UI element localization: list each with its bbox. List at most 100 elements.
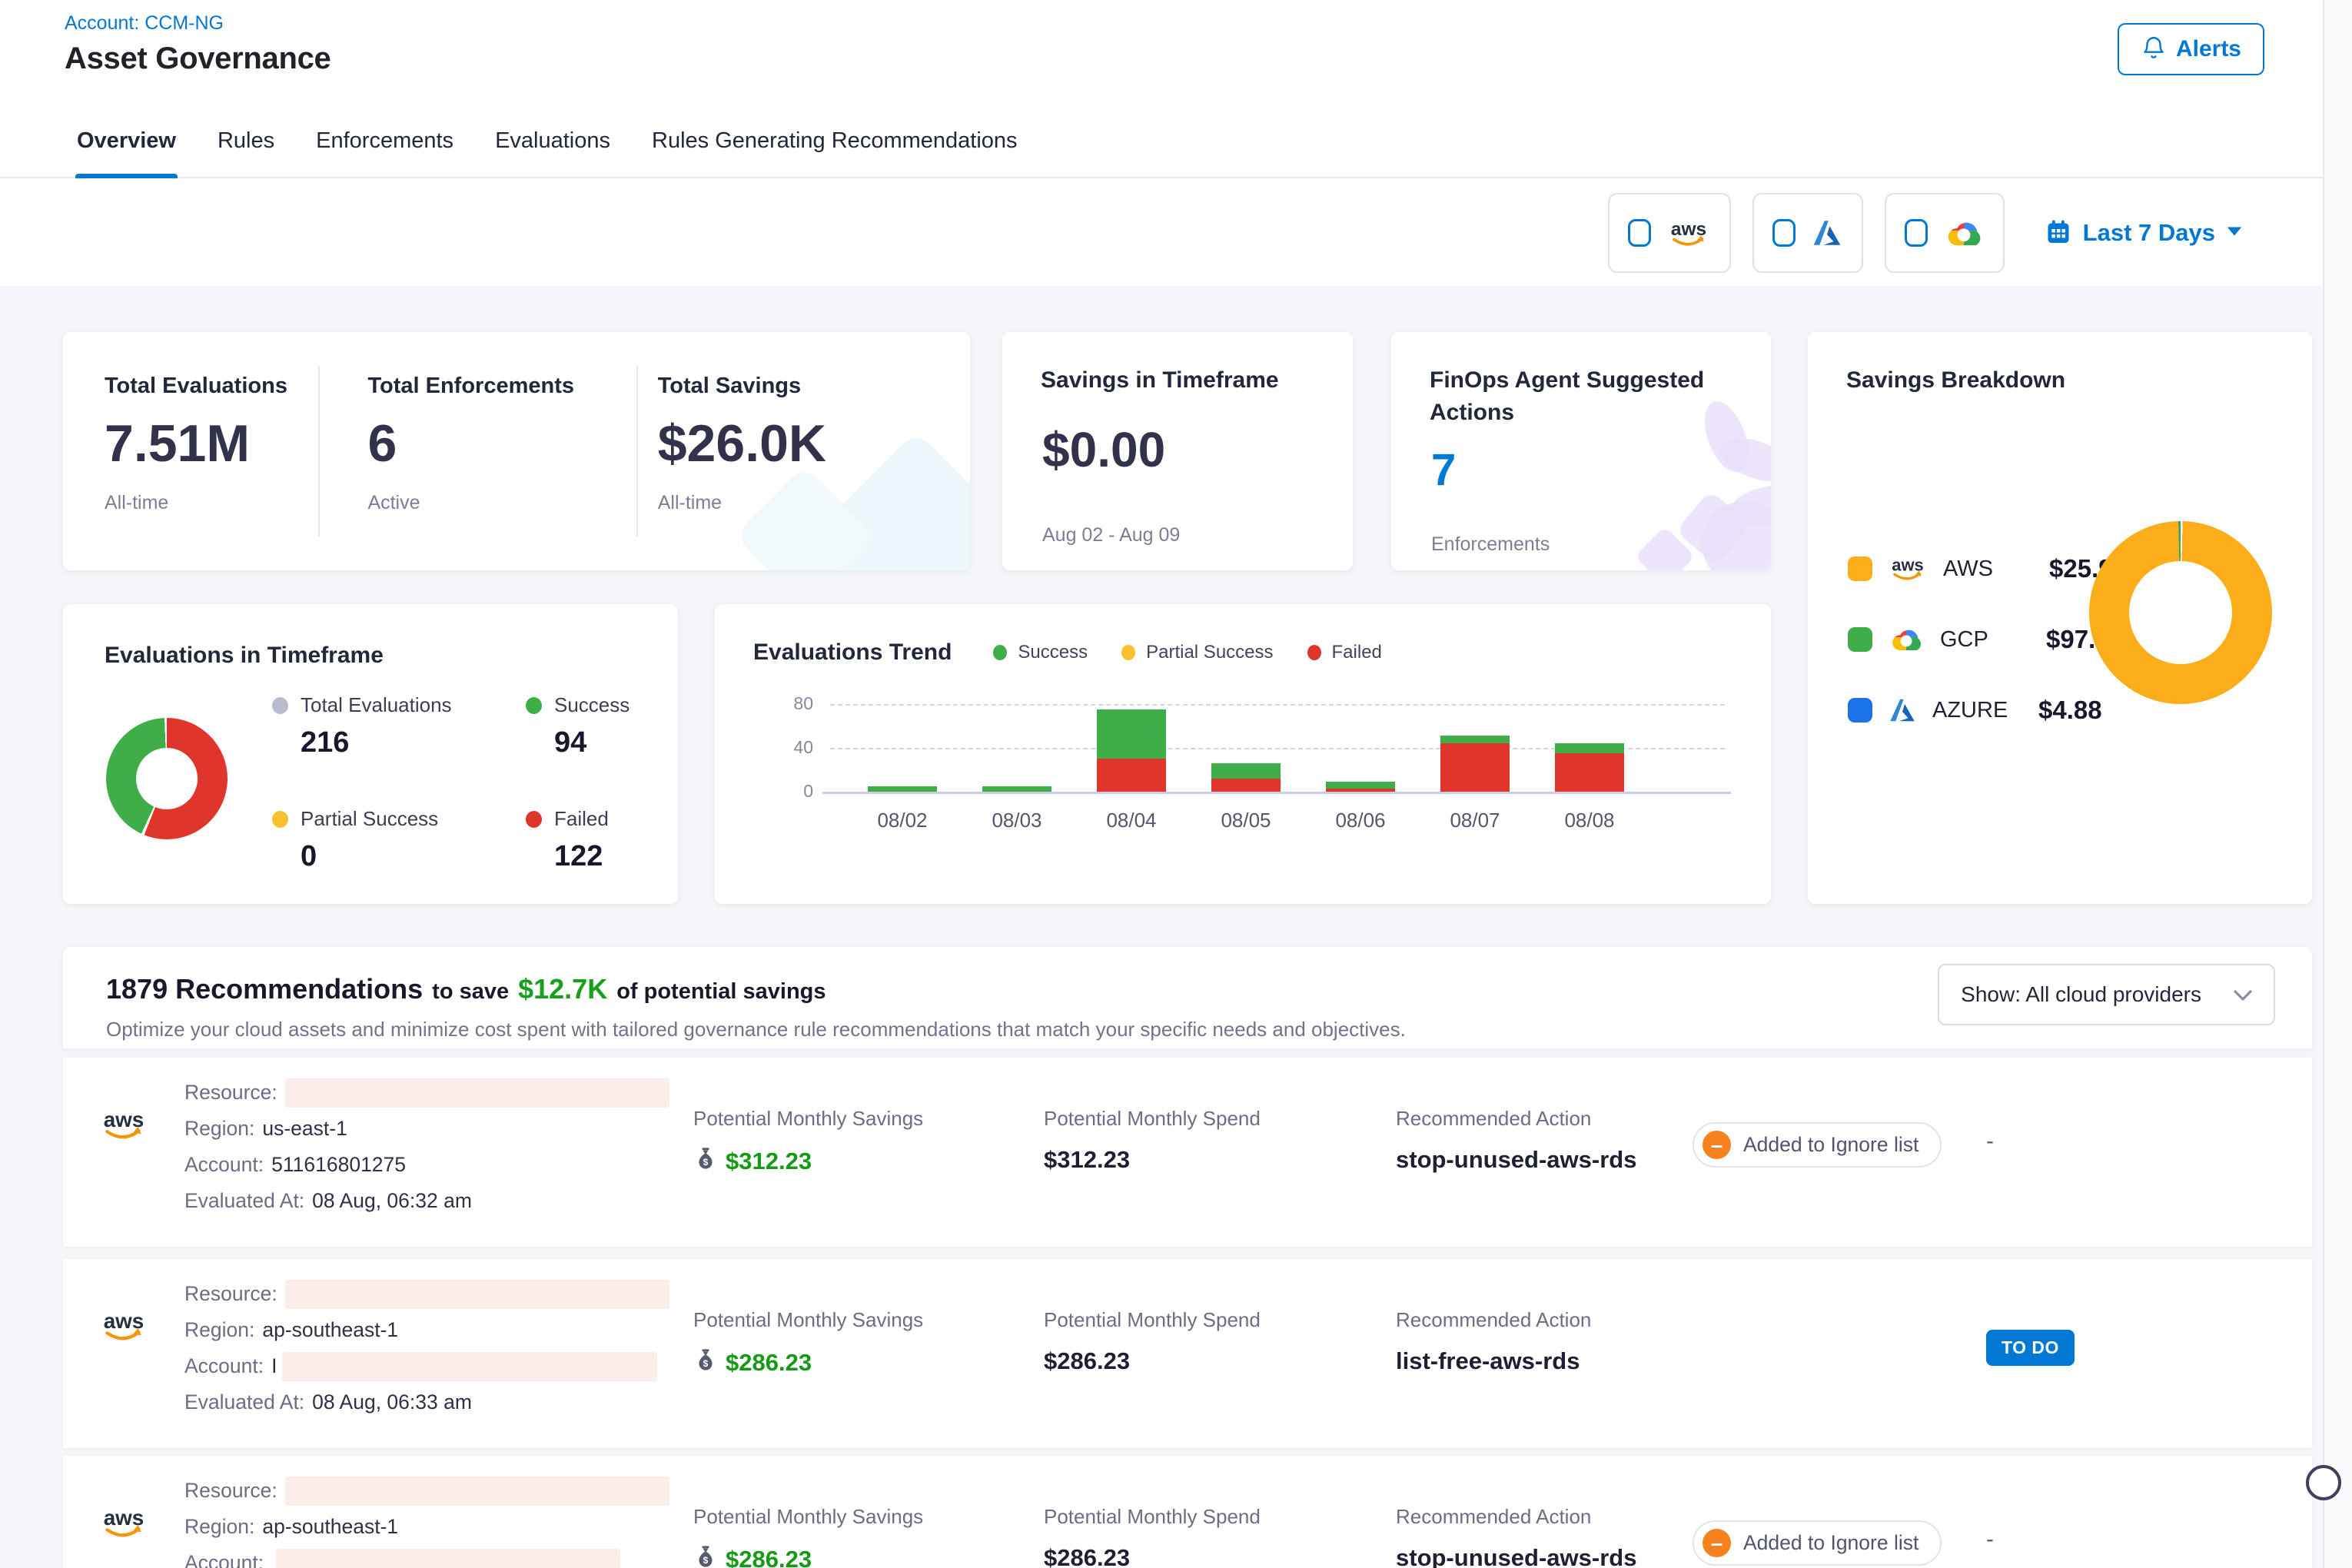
tab-rules[interactable]: Rules — [218, 105, 274, 177]
stat-value: $26.0K — [658, 414, 826, 473]
x-axis-tick: 08/06 — [1303, 809, 1418, 832]
region-value: ap-southeast-1 — [262, 1318, 398, 1342]
detail-line: Resource: — [184, 1473, 693, 1509]
tab-overview[interactable]: Overview — [77, 105, 176, 177]
ignore-list-label: Added to Ignore list — [1743, 1531, 1918, 1555]
minus-circle-icon: – — [1703, 1529, 1731, 1557]
alerts-button[interactable]: Alerts — [2118, 23, 2264, 75]
recommended-action-value: stop-unused-aws-rds — [1396, 1146, 1693, 1174]
column-label: Recommended Action — [1396, 1505, 1693, 1529]
provider-filter-aws[interactable]: aws — [1608, 193, 1731, 273]
tab-rules-generating-recommendations[interactable]: Rules Generating Recommendations — [652, 105, 1018, 177]
provider-name: AZURE — [1932, 698, 2023, 723]
potential-savings-amount: $12.7K — [518, 973, 607, 1005]
provider-cell: aws — [63, 1259, 184, 1448]
evaluations-legend: Total Evaluations216Success94Partial Suc… — [272, 693, 678, 873]
checkbox-aws[interactable] — [1628, 219, 1651, 247]
recommended-action-value: list-free-aws-rds — [1396, 1347, 1693, 1375]
trend-legend-partial-success: Partial Success — [1121, 642, 1273, 663]
calendar-icon — [2045, 218, 2072, 249]
bar-segment-success — [1555, 743, 1624, 753]
potential-monthly-spend-value: $286.23 — [1044, 1347, 1396, 1375]
legend-label: Partial Success — [301, 807, 438, 831]
account-breadcrumb-link[interactable]: Account: CCM-NG — [65, 12, 224, 35]
legend-dot — [526, 697, 542, 714]
tab-enforcements[interactable]: Enforcements — [316, 105, 453, 177]
status-cell: –Added to Ignore list — [1693, 1456, 1986, 1568]
column-col-action: Recommended Actionstop-unused-aws-rds — [1396, 1058, 1693, 1247]
trailing-cell: TO DO — [1986, 1259, 2312, 1448]
gcp-logo-icon — [1888, 625, 1925, 654]
column-col-spend: Potential Monthly Spend$286.23 — [1044, 1259, 1396, 1448]
detail-line: Region:ap-southeast-1 — [184, 1312, 693, 1348]
account-value: 511616801275 — [271, 1153, 406, 1177]
ignore-list-pill[interactable]: –Added to Ignore list — [1693, 1122, 1942, 1168]
legend-value: 216 — [301, 726, 526, 759]
chat-widget-button[interactable] — [2306, 1465, 2341, 1500]
legend-dot — [272, 697, 288, 714]
ignore-list-pill[interactable]: –Added to Ignore list — [1693, 1520, 1942, 1566]
recommendation-row[interactable]: awsResource:Region:ap-southeast-1Account… — [63, 1456, 2312, 1568]
card-title: Evaluations Trend — [753, 639, 952, 666]
detail-label: Region: — [184, 1117, 254, 1141]
redacted-account-value — [276, 1549, 620, 1568]
empty-value-dash: - — [1986, 1128, 1994, 1154]
checkbox-azure[interactable] — [1772, 219, 1796, 247]
date-range-picker[interactable]: Last 7 Days — [2045, 218, 2243, 249]
cloud-provider-filter-dropdown[interactable]: Show: All cloud providers — [1938, 964, 2275, 1025]
stat-caption: All-time — [105, 492, 168, 514]
bar-segment-success — [868, 786, 937, 792]
svg-text:$: $ — [703, 1358, 709, 1369]
alerts-button-label: Alerts — [2176, 36, 2241, 62]
provider-filter-azure[interactable] — [1752, 193, 1863, 273]
legend-head: Failed — [526, 807, 678, 831]
column-col-savings: Potential Monthly Savings $$286.23 — [693, 1259, 1044, 1448]
savings-breakdown-card: Savings Breakdown awsAWS$25.9KGCP$97.19A… — [1808, 332, 2312, 904]
redacted-resource-value — [285, 1477, 669, 1506]
legend-head: Total Evaluations — [272, 693, 526, 717]
column-label: Potential Monthly Savings — [693, 1308, 1044, 1332]
bar-segment-success — [1440, 736, 1510, 743]
empty-value-dash: - — [1986, 1526, 1994, 1552]
date-range-label: Last 7 Days — [2083, 219, 2215, 247]
todo-badge[interactable]: TO DO — [1986, 1330, 2075, 1366]
legend-label: Failed — [1332, 642, 1382, 663]
detail-label: Account: — [184, 1354, 264, 1378]
evaluations-legend-item-failed: Failed122 — [526, 807, 678, 873]
legend-value: 0 — [301, 840, 526, 873]
bar-08-05 — [1211, 763, 1281, 792]
aws-logo-icon: aws — [98, 1505, 149, 1568]
filters-toolbar: aws Last 7 Days — [0, 180, 2323, 286]
checkbox-gcp[interactable] — [1905, 219, 1928, 247]
bell-icon — [2141, 35, 2167, 65]
provider-savings-value: $4.88 — [2038, 696, 2102, 725]
potential-monthly-savings-value: $$286.23 — [693, 1347, 1044, 1378]
minus-circle-icon: – — [1703, 1131, 1731, 1159]
stat-total-enforcements: Total Enforcements6Active — [320, 332, 636, 570]
legend-value: 94 — [554, 726, 678, 759]
caret-down-icon — [2226, 225, 2243, 241]
detail-line: Account: — [184, 1545, 693, 1568]
recommendations-header: 1879 Recommendations to save $12.7K of p… — [63, 947, 2312, 1048]
stat-caption: Active — [367, 492, 420, 514]
breakdown-item-azure: AZURE $4.88 — [1848, 686, 2131, 735]
legend-dot — [526, 811, 542, 828]
provider-filter-gcp[interactable] — [1885, 193, 2005, 273]
ignore-list-label: Added to Ignore list — [1743, 1133, 1918, 1157]
recommendation-row[interactable]: awsResource:Region:us-east-1Account:5116… — [63, 1058, 2312, 1247]
azure-logo-icon — [1888, 697, 1917, 723]
legend-label: Total Evaluations — [301, 693, 452, 717]
evaluated-at-value: 08 Aug, 06:33 am — [312, 1390, 472, 1414]
legend-swatch — [1848, 556, 1872, 581]
tab-evaluations[interactable]: Evaluations — [495, 105, 610, 177]
asset-governance-page: Account: CCM-NG Asset Governance Alerts … — [0, 0, 2352, 1568]
redacted-resource-value — [285, 1078, 669, 1108]
recommendation-row[interactable]: awsResource:Region:ap-southeast-1Account… — [63, 1259, 2312, 1448]
bar-segment-success — [982, 786, 1051, 792]
stat-label: Total Enforcements — [367, 374, 574, 399]
detail-line: Account:I — [184, 1348, 693, 1384]
legend-dot — [993, 645, 1007, 660]
x-axis-tick: 08/07 — [1417, 809, 1533, 832]
card-title: Savings Breakdown — [1846, 364, 2065, 397]
detail-line: Region:us-east-1 — [184, 1111, 693, 1147]
